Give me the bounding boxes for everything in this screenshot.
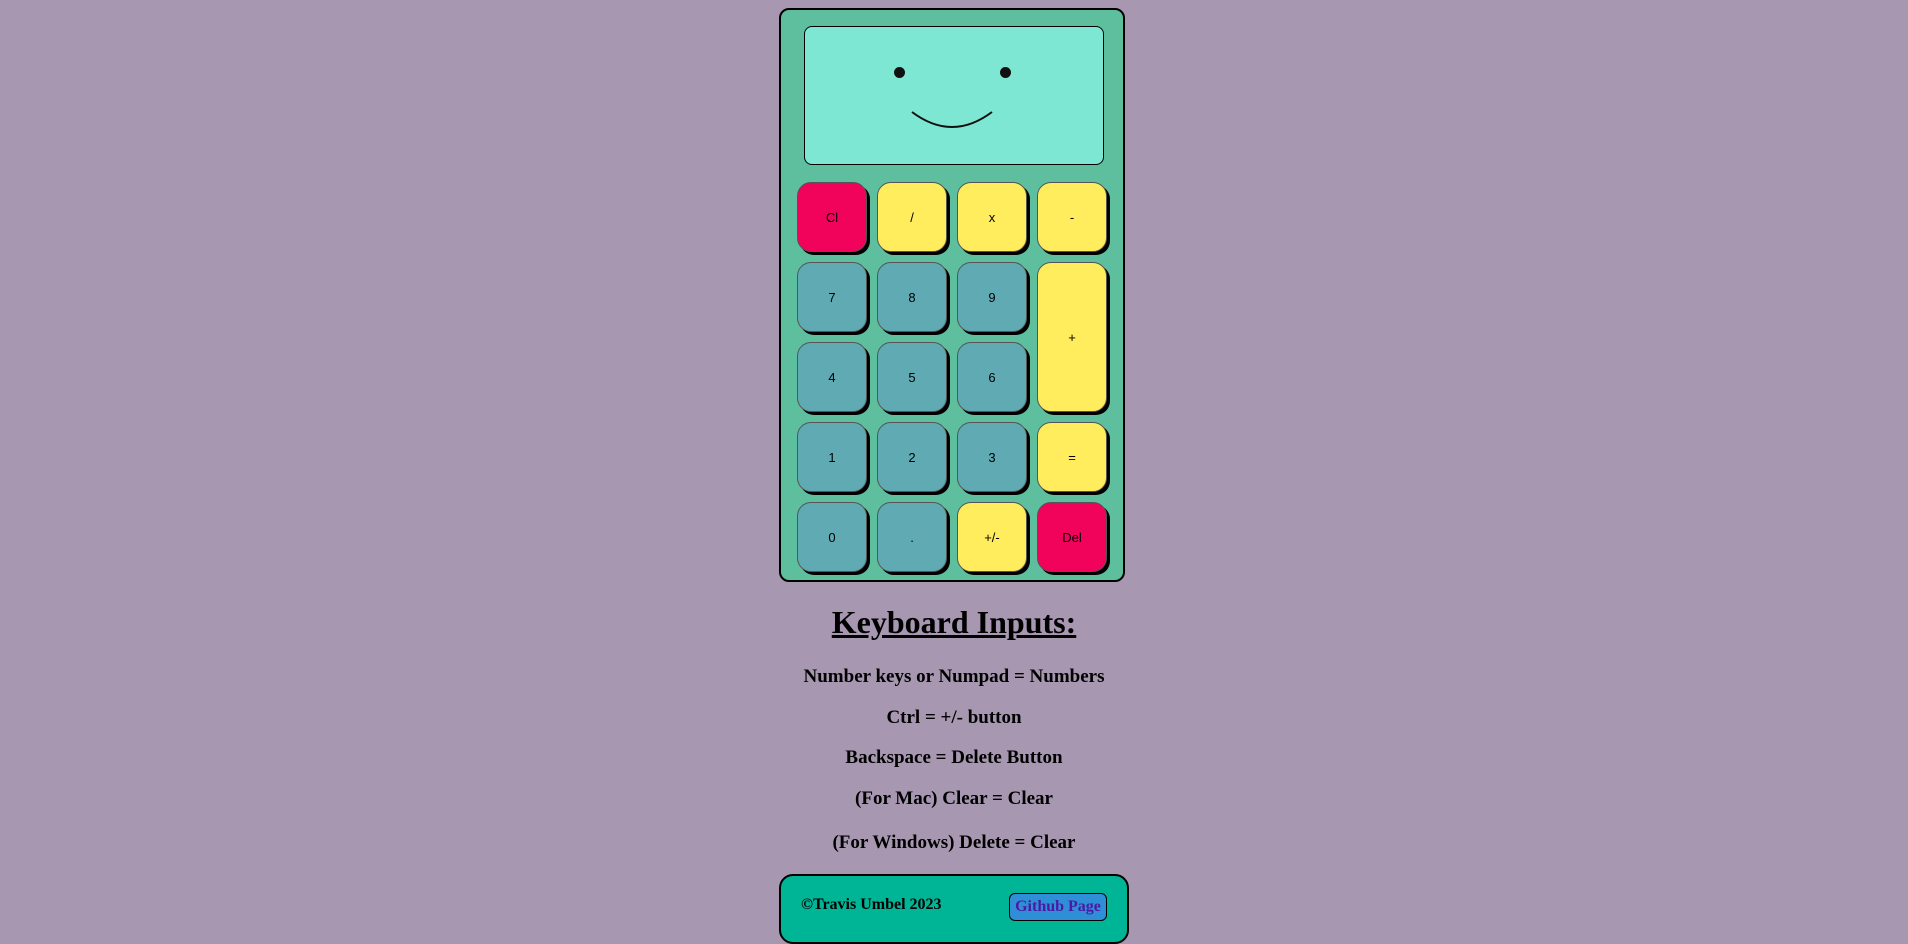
- left-eye-icon: [894, 67, 905, 78]
- divide-button[interactable]: /: [877, 182, 947, 252]
- one-button[interactable]: 1: [797, 422, 867, 492]
- keyboard-hint-backspace: Backspace = Delete Button: [845, 747, 1063, 768]
- clear-button[interactable]: Cl: [797, 182, 867, 252]
- six-button[interactable]: 6: [957, 342, 1027, 412]
- add-button[interactable]: +: [1037, 262, 1107, 412]
- right-eye-icon: [1000, 67, 1011, 78]
- calculator-display: [804, 26, 1104, 165]
- multiply-button[interactable]: x: [957, 182, 1027, 252]
- seven-button[interactable]: 7: [797, 262, 867, 332]
- smile-icon: [911, 111, 993, 128]
- decimal-button[interactable]: .: [877, 502, 947, 572]
- four-button[interactable]: 4: [797, 342, 867, 412]
- eight-button[interactable]: 8: [877, 262, 947, 332]
- calculator: Cl / x - 7 8 9 + 4 5 6 1 2 3 = 0 . +/- D…: [779, 8, 1125, 582]
- delete-button[interactable]: Del: [1037, 502, 1107, 572]
- three-button[interactable]: 3: [957, 422, 1027, 492]
- keyboard-hint-ctrl: Ctrl = +/- button: [886, 707, 1022, 728]
- footer: ©Travis Umbel 2023 Github Page: [779, 874, 1129, 944]
- keyboard-hint-numbers: Number keys or Numpad = Numbers: [803, 666, 1105, 687]
- zero-button[interactable]: 0: [797, 502, 867, 572]
- keyboard-hint-windows-delete: (For Windows) Delete = Clear: [832, 832, 1076, 853]
- equals-button[interactable]: =: [1037, 422, 1107, 492]
- copyright-text: ©Travis Umbel 2023: [801, 896, 942, 913]
- two-button[interactable]: 2: [877, 422, 947, 492]
- sign-toggle-button[interactable]: +/-: [957, 502, 1027, 572]
- five-button[interactable]: 5: [877, 342, 947, 412]
- keyboard-hint-mac-clear: (For Mac) Clear = Clear: [855, 788, 1053, 809]
- keyboard-inputs-heading: Keyboard Inputs:: [831, 604, 1077, 640]
- nine-button[interactable]: 9: [957, 262, 1027, 332]
- github-page-link[interactable]: Github Page: [1009, 893, 1107, 921]
- subtract-button[interactable]: -: [1037, 182, 1107, 252]
